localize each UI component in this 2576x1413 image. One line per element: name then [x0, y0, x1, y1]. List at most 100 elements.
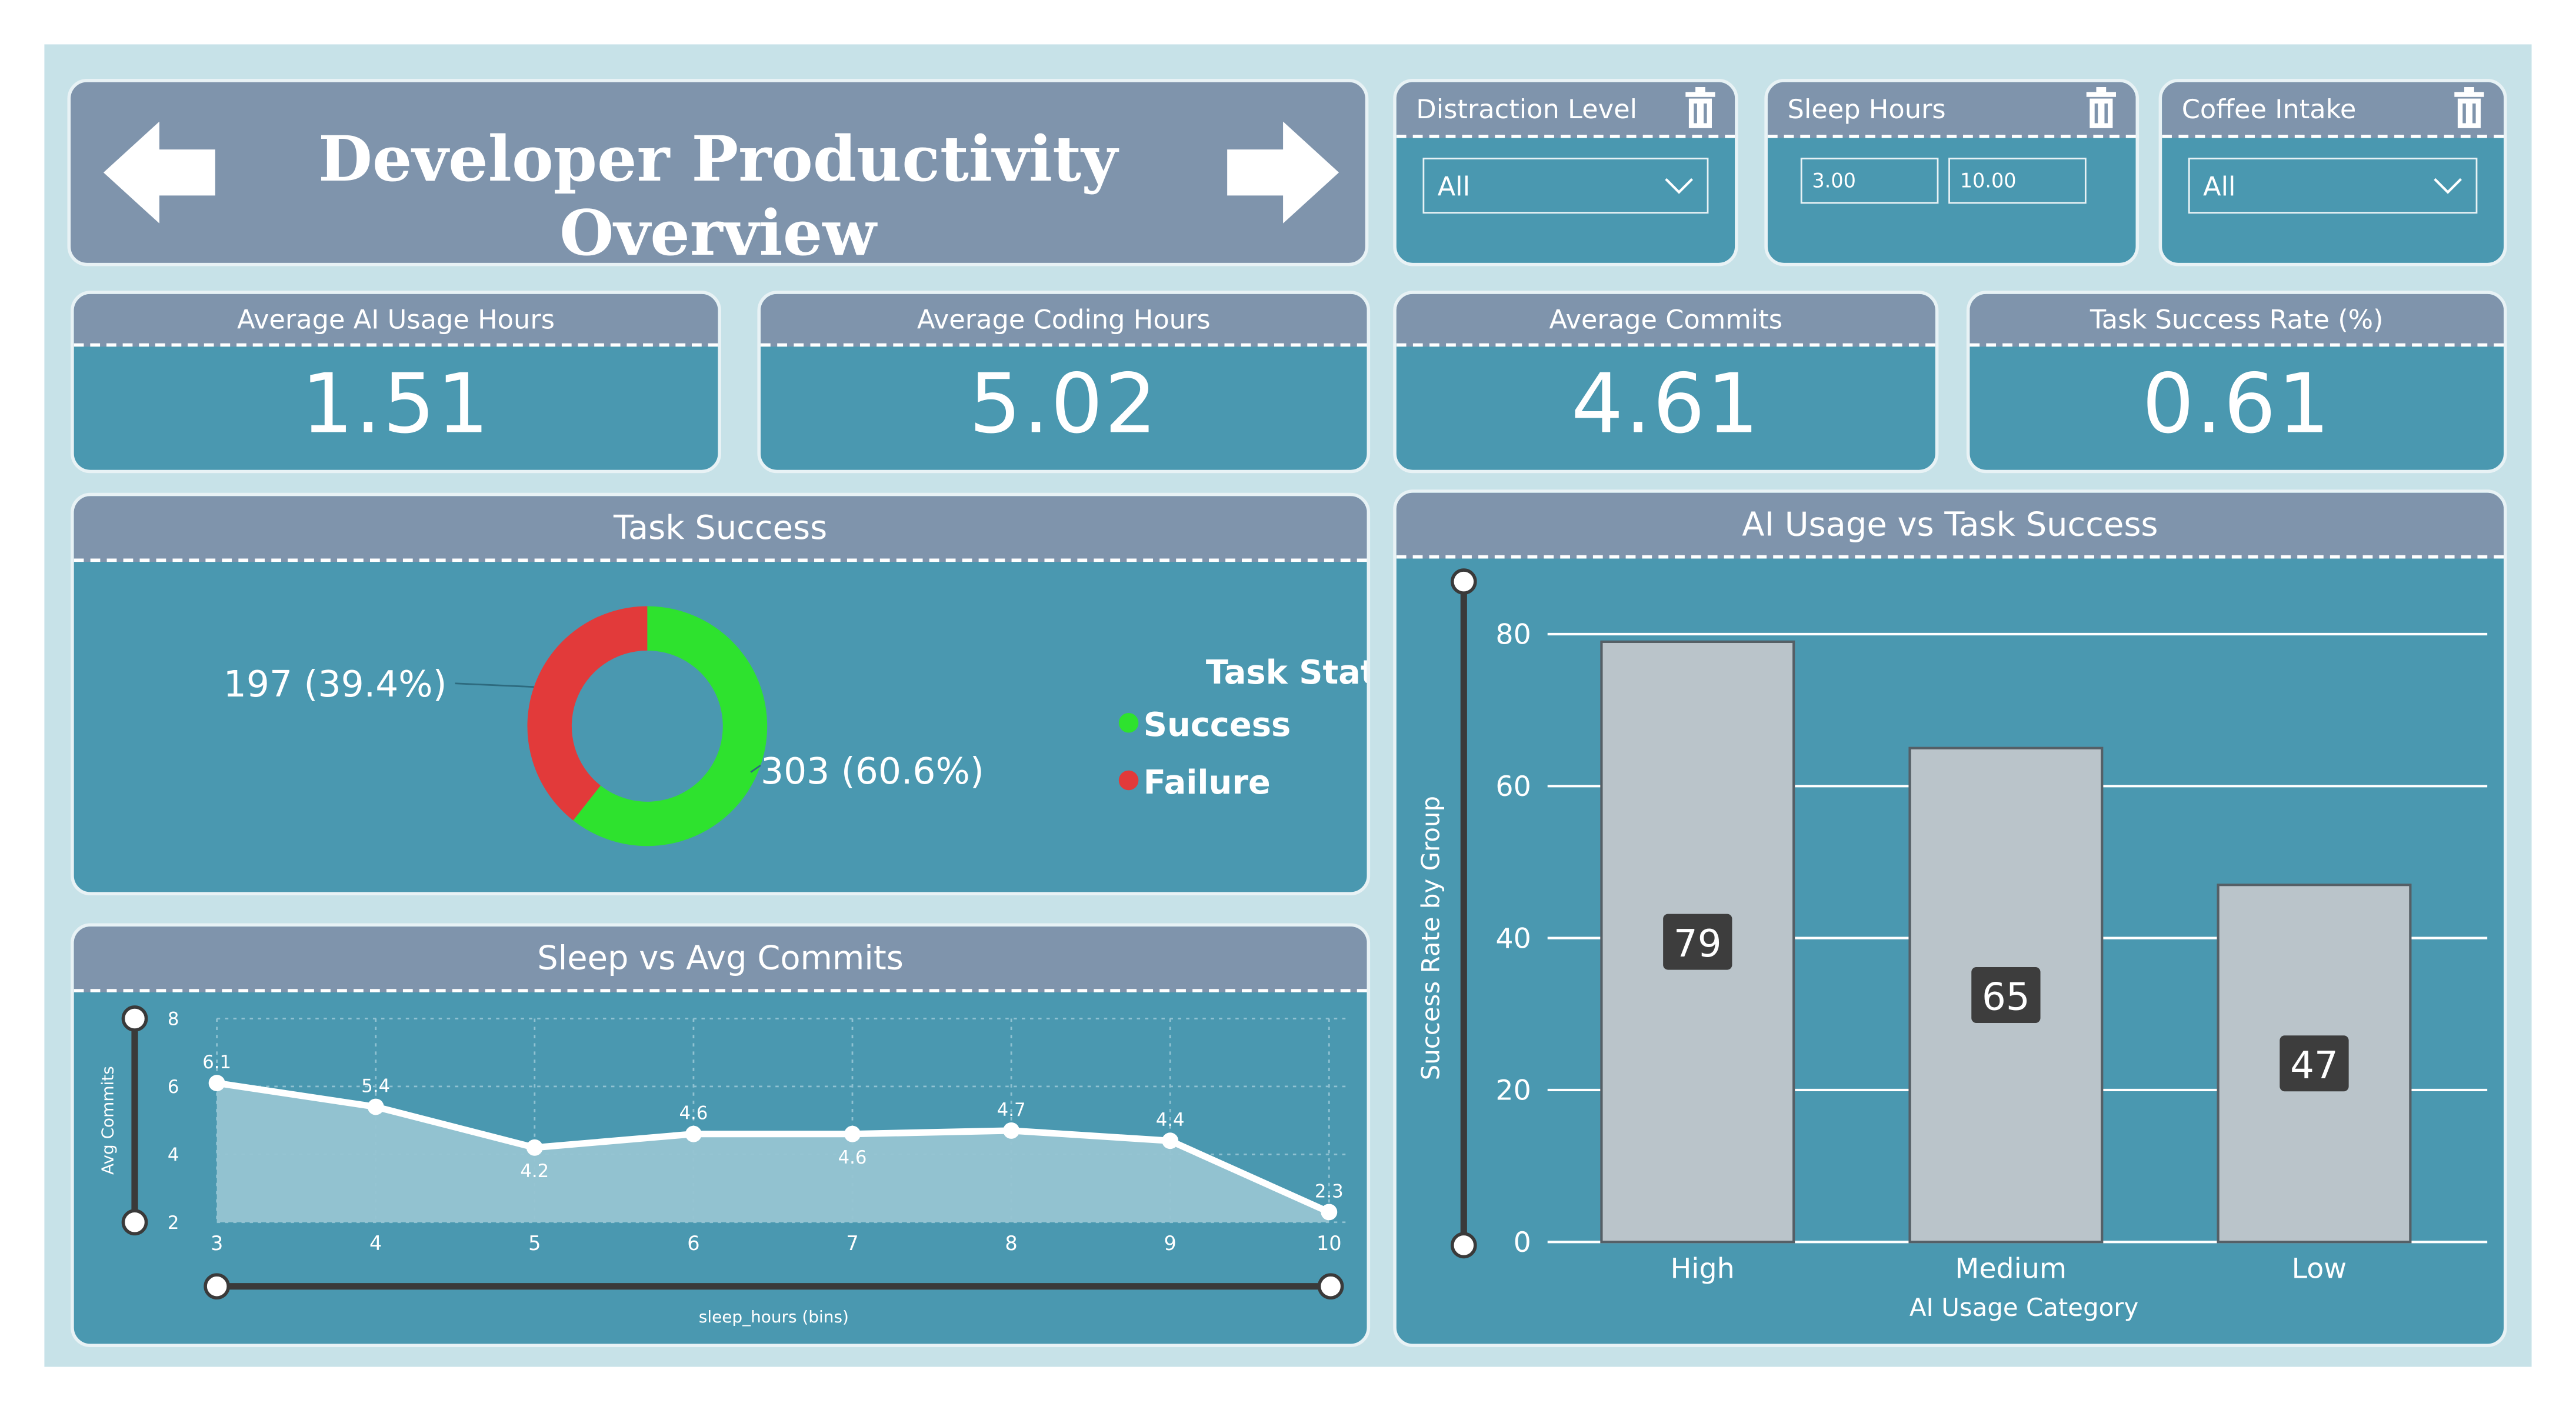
chevron-down-icon	[2434, 178, 2462, 194]
trash-icon[interactable]	[2451, 87, 2487, 130]
x-tick-label: 5	[528, 1232, 541, 1255]
point-label: 6.1	[202, 1052, 231, 1073]
slider-handle[interactable]	[1317, 1273, 1344, 1300]
y-tick-label: 40	[1495, 922, 1531, 955]
page-title: Developer Productivity Overview	[318, 121, 1118, 266]
x-axis-label: sleep_hours (bins)	[699, 1307, 849, 1327]
x-tick-label: 4	[369, 1232, 382, 1255]
area-chart: 2 4 6 8 3 4 5 6 7 8 9 10 6.1 5.4 4.2 4.6 4.6 4.7 4.4 2.3 Avg…	[98, 1005, 1349, 1327]
filter-label: Distraction Level	[1416, 92, 1638, 124]
x-tick-label: 7	[846, 1232, 858, 1255]
x-tick-label: High	[1671, 1253, 1735, 1285]
filter-label: Sleep Hours	[1787, 92, 1946, 124]
y-tick-label: 6	[168, 1077, 179, 1098]
data-label-failure: 197 (39.4%)	[224, 664, 447, 705]
y-tick-label: 0	[1514, 1227, 1531, 1259]
data-point[interactable]	[1162, 1132, 1179, 1149]
x-tick-label: Low	[2292, 1253, 2347, 1285]
x-tick-label: 9	[1164, 1232, 1177, 1255]
y-tick-label: 8	[168, 1009, 179, 1030]
point-label: 4.7	[997, 1099, 1026, 1121]
data-label: 65	[1982, 975, 2030, 1019]
chevron-down-icon	[1665, 178, 1693, 194]
kpi-value: 5.02	[969, 356, 1159, 452]
filter-label: Coffee Intake	[2181, 92, 2357, 124]
kpi-card-task-success-rate: Task Success Rate (%) 0.61	[1966, 291, 2507, 474]
kpi-card-commits: Average Commits 4.61	[1393, 291, 1939, 474]
sleep-max-input[interactable]: 10.00	[1948, 158, 2087, 204]
legend-success-dot	[1118, 713, 1139, 733]
x-tick-label: 6	[687, 1232, 699, 1255]
data-label: 79	[1674, 922, 1722, 966]
ai-usage-card: AI Usage vs Task Success 0 20 40 60 80 Succes…	[1393, 489, 2507, 1348]
slider-handle[interactable]	[1450, 1232, 1477, 1259]
kpi-label: Average Coding Hours	[761, 294, 1367, 347]
data-point[interactable]	[844, 1125, 861, 1142]
kpi-value: 4.61	[1571, 356, 1761, 452]
y-tick-label: 2	[168, 1212, 179, 1234]
dropdown-value: All	[2203, 170, 2236, 202]
kpi-card-coding-hours: Average Coding Hours 5.02	[757, 291, 1371, 474]
dashboard-canvas: Developer Productivity Overview Distract…	[44, 44, 2532, 1367]
y-axis-label: Success Rate by Group	[1416, 796, 1445, 1080]
sleep-commits-card: Sleep vs Avg Commits 2 4 6 8 3 4 5 6 7 8 9 10 6.1 5.4…	[71, 923, 1371, 1348]
data-point[interactable]	[1321, 1204, 1338, 1221]
filter-distraction-level: Distraction Level All	[1393, 79, 1738, 266]
kpi-value: 1.51	[301, 356, 491, 452]
trash-icon[interactable]	[1682, 87, 1718, 130]
data-point[interactable]	[208, 1075, 225, 1092]
point-label: 4.6	[838, 1147, 867, 1168]
data-label: 47	[2290, 1044, 2338, 1088]
arrow-left-icon[interactable]	[103, 121, 218, 224]
y-axis-label: Avg Commits	[98, 1066, 118, 1175]
distraction-dropdown[interactable]: All	[1422, 158, 1709, 214]
point-label: 5.4	[361, 1075, 390, 1097]
point-label: 4.6	[679, 1103, 708, 1124]
donut-slice-failure[interactable]	[527, 606, 648, 821]
legend-failure-label[interactable]: Failure	[1144, 764, 1271, 802]
data-point[interactable]	[526, 1139, 543, 1156]
data-label-success: 303 (60.6%)	[761, 751, 984, 792]
area-fill	[216, 1083, 1329, 1222]
chart-title: Task Success	[74, 496, 1367, 562]
filter-coffee-intake: Coffee Intake All	[2158, 79, 2507, 266]
y-tick-label: 80	[1495, 619, 1531, 651]
slider-handle[interactable]	[204, 1273, 230, 1300]
x-axis-label: AI Usage Category	[1909, 1293, 2138, 1322]
data-point[interactable]	[367, 1098, 384, 1115]
title-banner: Developer Productivity Overview	[67, 79, 1369, 266]
slider-handle[interactable]	[121, 1005, 148, 1032]
chart-title: Sleep vs Avg Commits	[74, 927, 1367, 992]
data-point[interactable]	[1003, 1122, 1020, 1139]
filter-sleep-hours: Sleep Hours 3.00 10.00	[1764, 79, 2140, 266]
kpi-label: Average AI Usage Hours	[74, 294, 718, 347]
donut-chart: Task Status Success Failure 303 (60.6%) 1…	[224, 606, 1367, 847]
dropdown-value: All	[1437, 170, 1471, 202]
x-tick-label: 3	[211, 1232, 223, 1255]
task-success-card: Task Success Task Status Success Failure…	[71, 492, 1371, 896]
legend-success-label[interactable]: Success	[1144, 706, 1291, 744]
x-tick-label: 8	[1005, 1232, 1017, 1255]
x-tick-label: 10	[1317, 1232, 1342, 1255]
legend-title: Task Status	[1206, 654, 1367, 692]
y-tick-label: 4	[168, 1145, 179, 1166]
kpi-value: 0.61	[2142, 356, 2332, 452]
sleep-min-input[interactable]: 3.00	[1800, 158, 1939, 204]
y-tick-label: 60	[1495, 771, 1531, 803]
bar-chart: 0 20 40 60 80 Success Rate by Group 79 High 65 Me…	[1416, 568, 2488, 1322]
trash-icon[interactable]	[2083, 87, 2119, 130]
kpi-label: Task Success Rate (%)	[1970, 294, 2504, 347]
point-label: 4.2	[520, 1161, 549, 1182]
y-tick-label: 20	[1495, 1075, 1531, 1107]
arrow-right-icon[interactable]	[1224, 121, 1339, 224]
point-label: 4.4	[1156, 1109, 1185, 1131]
slider-handle[interactable]	[121, 1209, 148, 1236]
data-point[interactable]	[685, 1125, 702, 1142]
chart-title: AI Usage vs Task Success	[1396, 492, 2504, 559]
slider-handle[interactable]	[1450, 568, 1477, 595]
coffee-dropdown[interactable]: All	[2188, 158, 2478, 214]
legend-failure-dot	[1118, 770, 1139, 791]
point-label: 2.3	[1315, 1181, 1344, 1202]
x-tick-label: Medium	[1955, 1253, 2067, 1285]
kpi-label: Average Commits	[1396, 294, 1935, 347]
